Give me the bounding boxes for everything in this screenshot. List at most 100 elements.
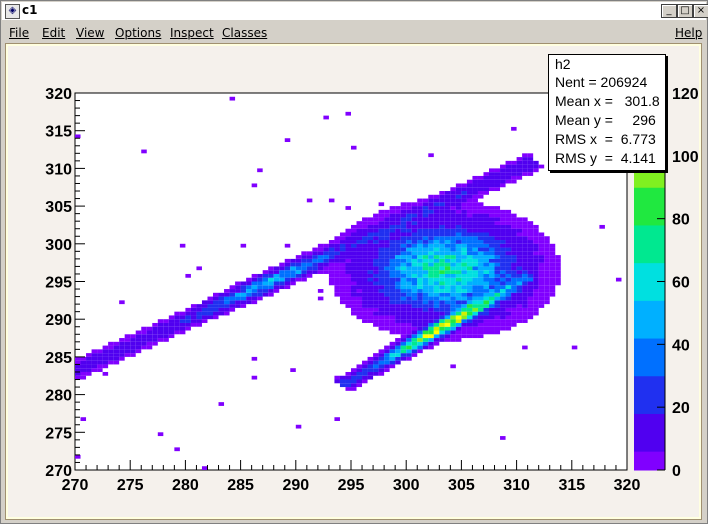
heatmap-cell [378, 202, 385, 207]
heatmap-cell [417, 247, 423, 252]
x-tick-label: 305 [448, 477, 475, 494]
heatmap-cell [268, 273, 274, 278]
heatmap-cell [439, 251, 445, 256]
heatmap-cell [450, 232, 456, 237]
heatmap-cell [378, 255, 385, 259]
heatmap-cell [450, 319, 456, 323]
heatmap-cell [516, 172, 523, 176]
heatmap-cell [477, 330, 484, 335]
heatmap-cell [472, 322, 478, 327]
heatmap-cell [334, 243, 340, 248]
heatmap-cell [108, 341, 114, 346]
heatmap-cell [362, 319, 368, 323]
heatmap-cell [466, 255, 473, 259]
heatmap-cell [494, 172, 501, 176]
heatmap-cell [489, 247, 495, 252]
heatmap-cell [80, 417, 87, 421]
heatmap-cell [428, 206, 434, 210]
heatmap-cell [406, 243, 412, 248]
heatmap-cell [461, 289, 467, 293]
heatmap-cell [472, 266, 478, 271]
heatmap-cell [477, 289, 484, 293]
y-tick-label: 290 [45, 312, 72, 329]
heatmap-cell [389, 255, 396, 259]
heatmap-cell [472, 217, 478, 222]
heatmap-cell [130, 349, 136, 354]
heatmap-cell [472, 300, 478, 305]
heatmap-cell [522, 270, 528, 274]
heatmap-cell [511, 311, 517, 316]
heatmap-cell [455, 206, 462, 210]
heatmap-cell [544, 300, 550, 305]
heatmap-cell [483, 240, 489, 244]
heatmap-cell [428, 311, 434, 316]
palette-swatch [634, 275, 665, 282]
heatmap-cell [505, 160, 512, 165]
stats-box[interactable]: h2 Nent = 206924 Mean x = 301.8 Mean y =… [548, 54, 666, 171]
heatmap-cell [505, 251, 512, 256]
heatmap-cell [273, 281, 280, 286]
heatmap-cell [345, 375, 351, 380]
heatmap-cell [433, 262, 440, 267]
heatmap-cell [384, 304, 390, 308]
heatmap-cell [527, 273, 534, 278]
heatmap-cell [373, 311, 379, 316]
heatmap-cell [511, 255, 517, 259]
heatmap-cell [262, 285, 269, 290]
heatmap-cell [422, 255, 429, 259]
heatmap-cell [428, 300, 434, 305]
heatmap-cell [522, 311, 528, 316]
palette-swatch [634, 438, 665, 446]
heatmap-cell [373, 266, 379, 271]
heatmap-cell [384, 247, 390, 252]
heatmap-cell [489, 213, 495, 218]
heatmap-cell [466, 334, 473, 339]
heatmap-cell [428, 198, 434, 203]
heatmap-cell [494, 224, 501, 229]
heatmap-cell [411, 258, 418, 263]
heatmap-cell [290, 270, 296, 274]
heatmap-cell [345, 228, 351, 233]
heatmap-cell [511, 221, 517, 225]
palette-swatch [634, 180, 665, 188]
heatmap-cell [533, 236, 539, 241]
heatmap-cell [422, 296, 429, 301]
heatmap-cell [439, 221, 445, 225]
heatmap-cell [411, 296, 418, 301]
heatmap-cell [494, 296, 501, 301]
heatmap-cell [395, 330, 401, 335]
heatmap-cell [124, 353, 131, 357]
heatmap-cell [428, 228, 434, 233]
heatmap-cell [395, 270, 401, 274]
heatmap-cell [466, 228, 473, 233]
heatmap-cell [345, 285, 351, 290]
heatmap-cell [549, 270, 556, 274]
heatmap-cell [373, 217, 379, 222]
heatmap-cell [511, 289, 517, 293]
heatmap-cell [395, 349, 401, 354]
heatmap-cell [135, 338, 142, 342]
heatmap-cell [378, 319, 385, 323]
heatmap-cell [461, 322, 467, 327]
heatmap-cell [439, 307, 445, 312]
heatmap-cell [395, 322, 401, 327]
heatmap-cell [461, 285, 467, 290]
heatmap-cell [196, 322, 202, 327]
palette-swatch [634, 174, 665, 182]
heatmap-cell [290, 368, 296, 372]
heatmap-cell [400, 285, 407, 290]
heatmap-cell [113, 349, 120, 354]
heatmap-cell [439, 319, 445, 323]
heatmap-cell [411, 270, 418, 274]
heatmap-cell [500, 326, 506, 331]
heatmap-cell [450, 311, 456, 316]
heatmap-cell [190, 322, 197, 327]
heatmap-cell [384, 292, 390, 297]
heatmap-cell [522, 221, 528, 225]
heatmap-cell [444, 206, 451, 210]
heatmap-cell [345, 292, 351, 297]
heatmap-cell [279, 281, 285, 286]
heatmap-cell [489, 243, 495, 248]
stats-mean-y: Mean y = 296 [555, 112, 656, 128]
heatmap-cell [356, 255, 363, 259]
